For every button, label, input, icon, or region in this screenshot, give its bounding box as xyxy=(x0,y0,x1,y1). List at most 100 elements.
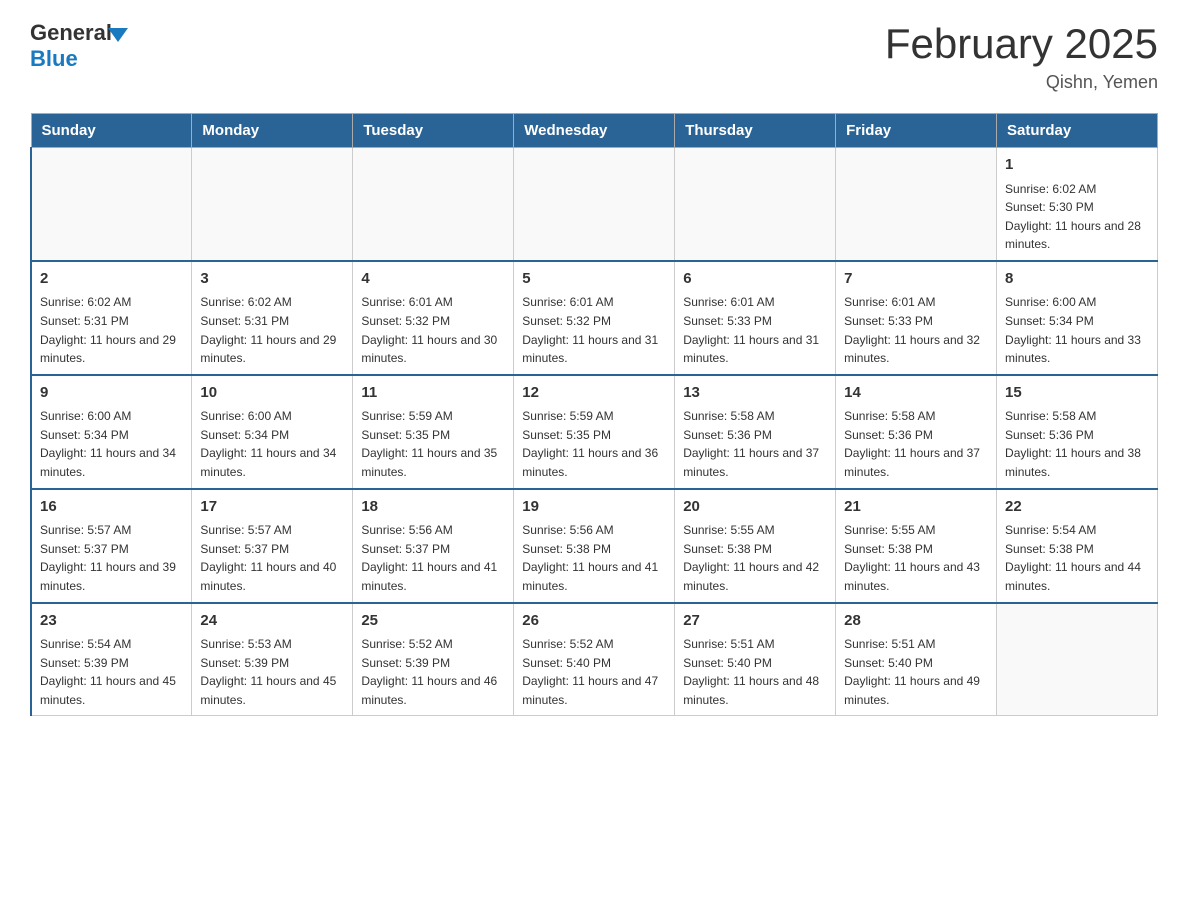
calendar-day-cell xyxy=(192,148,353,261)
calendar-day-cell xyxy=(997,603,1158,716)
day-info: Sunrise: 6:00 AM Sunset: 5:34 PM Dayligh… xyxy=(1005,293,1149,367)
calendar-day-cell: 1Sunrise: 6:02 AM Sunset: 5:30 PM Daylig… xyxy=(997,148,1158,261)
calendar-day-cell: 26Sunrise: 5:52 AM Sunset: 5:40 PM Dayli… xyxy=(514,603,675,716)
day-number: 25 xyxy=(361,610,505,633)
day-number: 24 xyxy=(200,610,344,633)
calendar-day-cell: 27Sunrise: 5:51 AM Sunset: 5:40 PM Dayli… xyxy=(675,603,836,716)
day-info: Sunrise: 5:54 AM Sunset: 5:39 PM Dayligh… xyxy=(40,635,183,709)
day-number: 9 xyxy=(40,382,183,405)
day-number: 28 xyxy=(844,610,988,633)
calendar-day-cell: 6Sunrise: 6:01 AM Sunset: 5:33 PM Daylig… xyxy=(675,261,836,375)
calendar-week-row: 2 Sunrise: 6:02 AM Sunset: 5:31 PM Daylig… xyxy=(31,261,1158,375)
day-info: Sunrise: 5:54 AM Sunset: 5:38 PM Dayligh… xyxy=(1005,521,1149,595)
day-number: 16 xyxy=(40,496,183,519)
calendar-day-cell: 4Sunrise: 6:01 AM Sunset: 5:32 PM Daylig… xyxy=(353,261,514,375)
day-of-week-header: Wednesday xyxy=(514,114,675,148)
title-section: February 2025 Qishn, Yemen xyxy=(885,20,1158,93)
day-info: Sunrise: 5:55 AM Sunset: 5:38 PM Dayligh… xyxy=(844,521,988,595)
day-info: Sunrise: 5:52 AM Sunset: 5:39 PM Dayligh… xyxy=(361,635,505,709)
day-info: Sunrise: 5:59 AM Sunset: 5:35 PM Dayligh… xyxy=(361,407,505,481)
day-number: 5 xyxy=(522,268,666,291)
day-info: Sunrise: 5:59 AM Sunset: 5:35 PM Dayligh… xyxy=(522,407,666,481)
day-info: Sunrise: 6:01 AM Sunset: 5:32 PM Dayligh… xyxy=(522,293,666,367)
calendar-day-cell: 19Sunrise: 5:56 AM Sunset: 5:38 PM Dayli… xyxy=(514,489,675,603)
day-number: 23 xyxy=(40,610,183,633)
calendar-day-cell: 15Sunrise: 5:58 AM Sunset: 5:36 PM Dayli… xyxy=(997,375,1158,489)
day-info: Sunrise: 6:01 AM Sunset: 5:33 PM Dayligh… xyxy=(683,293,827,367)
calendar-week-row: 16Sunrise: 5:57 AM Sunset: 5:37 PM Dayli… xyxy=(31,489,1158,603)
day-info: Sunrise: 6:00 AM Sunset: 5:34 PM Dayligh… xyxy=(40,407,183,481)
calendar-day-cell: 2Sunrise: 6:02 AM Sunset: 5:31 PM Daylig… xyxy=(31,261,192,375)
day-of-week-header: Thursday xyxy=(675,114,836,148)
day-of-week-header: Saturday xyxy=(997,114,1158,148)
day-info: Sunrise: 5:57 AM Sunset: 5:37 PM Dayligh… xyxy=(40,521,183,595)
calendar-day-cell: 13Sunrise: 5:58 AM Sunset: 5:36 PM Dayli… xyxy=(675,375,836,489)
day-number: 4 xyxy=(361,268,505,291)
day-number: 13 xyxy=(683,382,827,405)
day-info: Sunrise: 5:55 AM Sunset: 5:38 PM Dayligh… xyxy=(683,521,827,595)
day-number: 17 xyxy=(200,496,344,519)
day-number: 18 xyxy=(361,496,505,519)
calendar-day-cell: 22Sunrise: 5:54 AM Sunset: 5:38 PM Dayli… xyxy=(997,489,1158,603)
calendar-day-cell: 5Sunrise: 6:01 AM Sunset: 5:32 PM Daylig… xyxy=(514,261,675,375)
day-number: 27 xyxy=(683,610,827,633)
calendar-table: SundayMondayTuesdayWednesdayThursdayFrid… xyxy=(30,113,1158,716)
day-number: 20 xyxy=(683,496,827,519)
calendar-day-cell: 14Sunrise: 5:58 AM Sunset: 5:36 PM Dayli… xyxy=(836,375,997,489)
calendar-day-cell xyxy=(514,148,675,261)
day-of-week-header: Monday xyxy=(192,114,353,148)
day-info: Sunrise: 5:56 AM Sunset: 5:38 PM Dayligh… xyxy=(522,521,666,595)
day-info: Sunrise: 5:57 AM Sunset: 5:37 PM Dayligh… xyxy=(200,521,344,595)
day-number: 14 xyxy=(844,382,988,405)
calendar-day-cell: 25Sunrise: 5:52 AM Sunset: 5:39 PM Dayli… xyxy=(353,603,514,716)
calendar-day-cell: 17Sunrise: 5:57 AM Sunset: 5:37 PM Dayli… xyxy=(192,489,353,603)
day-number: 1 xyxy=(1005,154,1149,177)
logo-arrow-icon xyxy=(108,28,128,42)
calendar-day-cell: 18Sunrise: 5:56 AM Sunset: 5:37 PM Dayli… xyxy=(353,489,514,603)
day-number: 12 xyxy=(522,382,666,405)
day-info: Sunrise: 5:51 AM Sunset: 5:40 PM Dayligh… xyxy=(844,635,988,709)
day-info: Sunrise: 5:58 AM Sunset: 5:36 PM Dayligh… xyxy=(683,407,827,481)
calendar-header-row: SundayMondayTuesdayWednesdayThursdayFrid… xyxy=(31,114,1158,148)
calendar-day-cell xyxy=(675,148,836,261)
calendar-day-cell: 8Sunrise: 6:00 AM Sunset: 5:34 PM Daylig… xyxy=(997,261,1158,375)
day-number: 21 xyxy=(844,496,988,519)
calendar-day-cell: 11Sunrise: 5:59 AM Sunset: 5:35 PM Dayli… xyxy=(353,375,514,489)
calendar-day-cell: 10Sunrise: 6:00 AM Sunset: 5:34 PM Dayli… xyxy=(192,375,353,489)
page-header: General Blue February 2025 Qishn, Yemen xyxy=(30,20,1158,93)
calendar-day-cell: 12Sunrise: 5:59 AM Sunset: 5:35 PM Dayli… xyxy=(514,375,675,489)
day-info: Sunrise: 6:00 AM Sunset: 5:34 PM Dayligh… xyxy=(200,407,344,481)
calendar-day-cell: 9Sunrise: 6:00 AM Sunset: 5:34 PM Daylig… xyxy=(31,375,192,489)
day-number: 2 xyxy=(40,268,183,291)
day-info: Sunrise: 5:58 AM Sunset: 5:36 PM Dayligh… xyxy=(844,407,988,481)
day-of-week-header: Friday xyxy=(836,114,997,148)
calendar-day-cell: 28Sunrise: 5:51 AM Sunset: 5:40 PM Dayli… xyxy=(836,603,997,716)
day-number: 11 xyxy=(361,382,505,405)
day-number: 10 xyxy=(200,382,344,405)
day-number: 22 xyxy=(1005,496,1149,519)
day-number: 15 xyxy=(1005,382,1149,405)
calendar-day-cell: 16Sunrise: 5:57 AM Sunset: 5:37 PM Dayli… xyxy=(31,489,192,603)
calendar-day-cell: 21Sunrise: 5:55 AM Sunset: 5:38 PM Dayli… xyxy=(836,489,997,603)
day-of-week-header: Sunday xyxy=(31,114,192,148)
day-info: Sunrise: 5:53 AM Sunset: 5:39 PM Dayligh… xyxy=(200,635,344,709)
calendar-day-cell xyxy=(353,148,514,261)
logo: General Blue xyxy=(30,20,128,72)
calendar-day-cell xyxy=(31,148,192,261)
day-info: Sunrise: 5:58 AM Sunset: 5:36 PM Dayligh… xyxy=(1005,407,1149,481)
calendar-week-row: 23Sunrise: 5:54 AM Sunset: 5:39 PM Dayli… xyxy=(31,603,1158,716)
calendar-day-cell xyxy=(836,148,997,261)
calendar-day-cell: 3Sunrise: 6:02 AM Sunset: 5:31 PM Daylig… xyxy=(192,261,353,375)
day-number: 6 xyxy=(683,268,827,291)
logo-blue-text: Blue xyxy=(30,46,128,72)
day-number: 19 xyxy=(522,496,666,519)
day-info: Sunrise: 6:01 AM Sunset: 5:33 PM Dayligh… xyxy=(844,293,988,367)
month-title: February 2025 xyxy=(885,20,1158,68)
calendar-day-cell: 20Sunrise: 5:55 AM Sunset: 5:38 PM Dayli… xyxy=(675,489,836,603)
day-info: Sunrise: 5:52 AM Sunset: 5:40 PM Dayligh… xyxy=(522,635,666,709)
calendar-week-row: 1Sunrise: 6:02 AM Sunset: 5:30 PM Daylig… xyxy=(31,148,1158,261)
day-of-week-header: Tuesday xyxy=(353,114,514,148)
day-info: Sunrise: 6:02 AM Sunset: 5:31 PM Dayligh… xyxy=(200,293,344,367)
location-title: Qishn, Yemen xyxy=(885,72,1158,93)
day-number: 8 xyxy=(1005,268,1149,291)
